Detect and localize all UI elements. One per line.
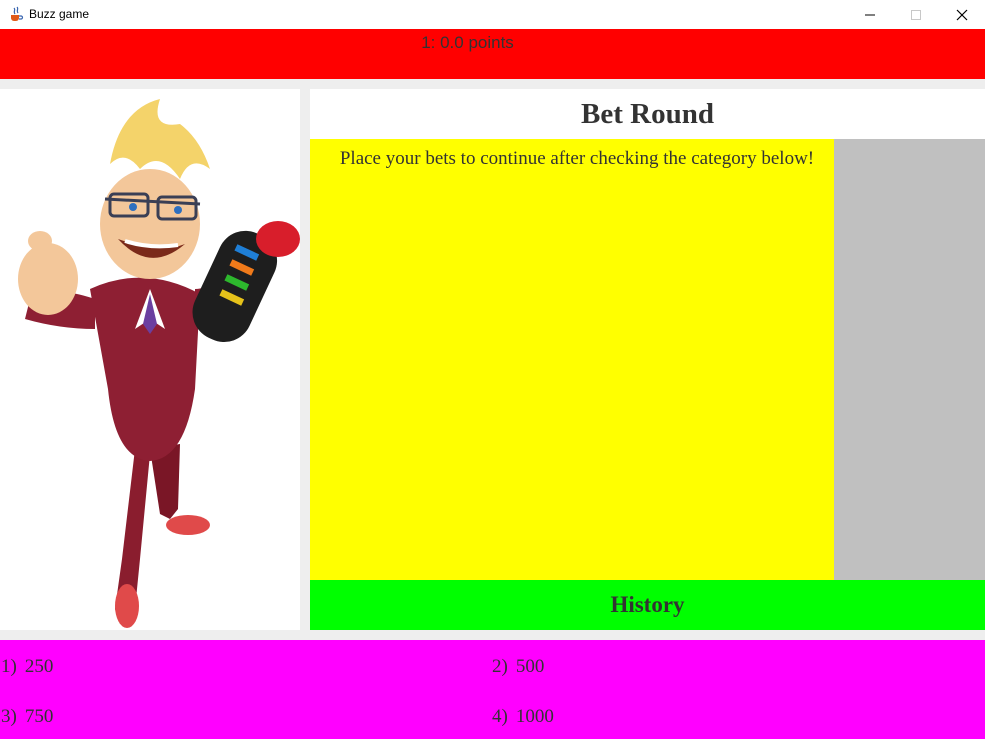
maximize-button[interactable] (893, 0, 939, 29)
minimize-icon (865, 14, 875, 15)
window-titlebar: Buzz game (0, 0, 985, 29)
buzz-host-image (18, 99, 300, 628)
bet-option-number: 1) (1, 656, 17, 677)
bet-option-3[interactable]: 3) 750 (1, 706, 53, 728)
bet-option-4[interactable]: 4) 1000 (492, 706, 554, 728)
score-text: 1: 0.0 points (421, 33, 514, 52)
close-icon (956, 9, 968, 20)
history-bar[interactable]: History (310, 580, 985, 630)
bet-option-number: 3) (1, 706, 17, 727)
bet-option-number: 2) (492, 656, 508, 677)
round-title: Bet Round (581, 97, 714, 130)
round-instruction: Place your bets to continue after checki… (339, 148, 815, 169)
bet-option-value: 750 (24, 706, 54, 727)
bet-option-2[interactable]: 2) 500 (492, 656, 544, 678)
maximize-icon (911, 9, 921, 20)
host-image-panel (0, 89, 300, 630)
bet-option-1[interactable]: 1) 250 (1, 656, 53, 678)
bet-options-panel: 1) 250 2) 500 3) 750 4) 1000 (0, 640, 985, 739)
history-label: History (610, 592, 685, 617)
round-header: Bet Round (310, 89, 985, 139)
bet-option-value: 500 (515, 656, 545, 677)
bet-option-value: 250 (24, 656, 54, 677)
bet-option-value: 1000 (515, 706, 554, 727)
side-panel (834, 139, 985, 580)
close-button[interactable] (939, 0, 985, 29)
java-cup-icon (8, 6, 24, 22)
question-area: Place your bets to continue after checki… (310, 139, 834, 580)
minimize-button[interactable] (847, 0, 893, 29)
bet-option-number: 4) (492, 706, 508, 727)
score-bar: 1: 0.0 points (0, 29, 985, 79)
window-title: Buzz game (29, 7, 90, 21)
